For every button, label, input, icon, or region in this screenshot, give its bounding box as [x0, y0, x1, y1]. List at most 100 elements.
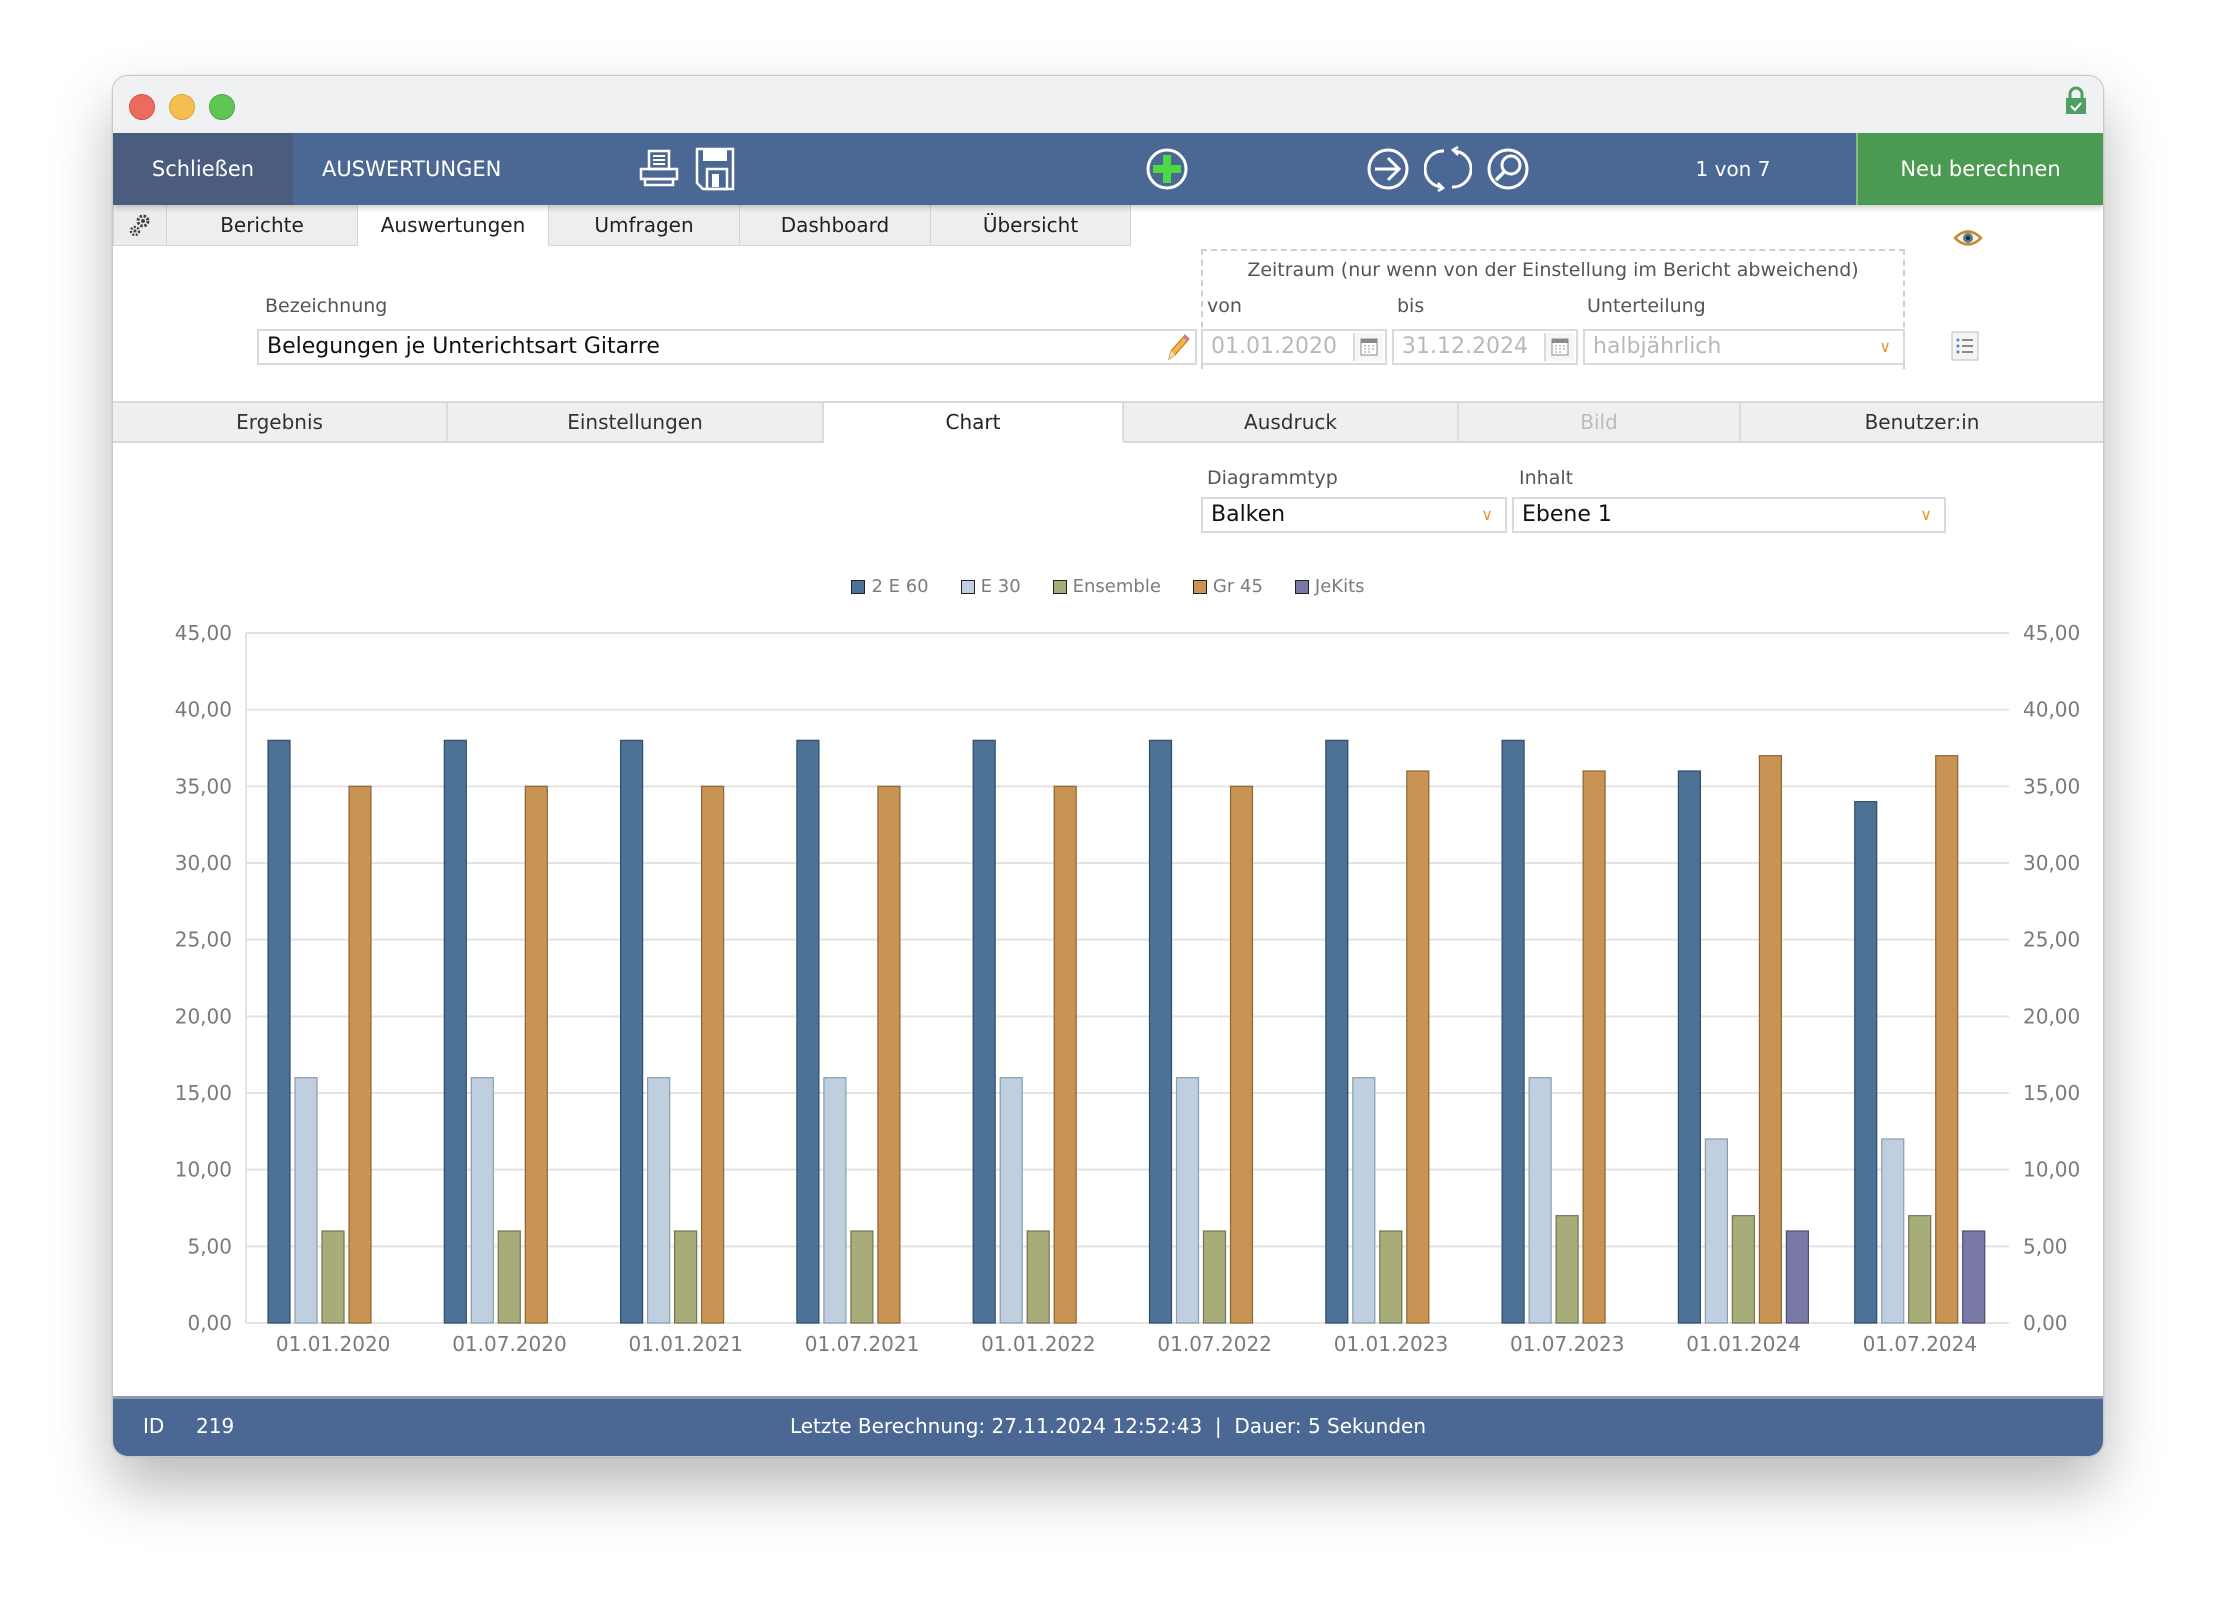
legend-label: Ensemble [1072, 576, 1161, 597]
gear-icon [129, 214, 150, 237]
x-tick-label: 01.07.2023 [1510, 1332, 1625, 1356]
x-tick-label: 01.07.2021 [805, 1332, 920, 1356]
y-tick-label-right: 5,00 [2023, 1234, 2068, 1258]
bar-2-e-60 [1325, 739, 1349, 1324]
lock-check-icon [2066, 86, 2086, 114]
close-window-button[interactable] [129, 94, 155, 120]
unterteilung-value: halbjährlich [1593, 334, 1722, 359]
diagrammtyp-select[interactable]: Balken ∨ [1201, 497, 1507, 533]
y-tick-label-right: 0,00 [2023, 1311, 2068, 1335]
chevron-down-icon: ∨ [1481, 505, 1493, 524]
tab-berichte[interactable]: Berichte [167, 205, 358, 246]
close-button[interactable]: Schließen [113, 133, 293, 205]
bar-e-30 [294, 1077, 318, 1324]
top-tab-bar: Berichte Auswertungen Umfragen Dashboard… [113, 205, 1131, 247]
calendar-button[interactable] [1544, 333, 1574, 361]
bar-2-e-60 [1677, 770, 1702, 1324]
calendar-icon [1360, 338, 1378, 356]
bezeichnung-input[interactable]: Belegungen je Unterichtsart Gitarre [257, 329, 1197, 365]
tab-ergebnis[interactable]: Ergebnis [113, 403, 448, 443]
unterteilung-select[interactable]: halbjährlich ∨ [1583, 329, 1905, 365]
search-icon[interactable] [1484, 145, 1532, 193]
eye-icon[interactable] [1953, 228, 1983, 248]
bar-gr-45 [1582, 770, 1606, 1324]
von-label: von [1207, 295, 1242, 317]
y-tick-label-right: 30,00 [2023, 851, 2080, 875]
chevron-down-icon: ∨ [1920, 505, 1932, 524]
minimize-window-button[interactable] [169, 94, 195, 120]
legend-swatch [1294, 579, 1309, 594]
forward-icon[interactable] [1364, 145, 1412, 193]
y-tick-label-right: 45,00 [2023, 621, 2080, 645]
module-title: AUSWERTUNGEN [322, 157, 502, 181]
bar-ensemble [1026, 1230, 1050, 1324]
add-icon[interactable] [1143, 145, 1191, 193]
zeitraum-label: Zeitraum (nur wenn von der Einstellung i… [1247, 259, 1859, 281]
bis-label: bis [1397, 295, 1425, 317]
title-bar [113, 76, 2103, 133]
tab-ausdruck[interactable]: Ausdruck [1124, 403, 1459, 443]
list-icon[interactable] [1951, 331, 1979, 361]
tab-einstellungen[interactable]: Einstellungen [448, 403, 824, 443]
tab-dashboard[interactable]: Dashboard [740, 205, 931, 246]
y-tick-label-right: 25,00 [2023, 928, 2080, 952]
tab-uebersicht[interactable]: Übersicht [931, 205, 1131, 246]
y-tick-label: 20,00 [175, 1004, 232, 1028]
inhalt-value: Ebene 1 [1522, 502, 1612, 527]
y-tick-label: 30,00 [175, 851, 232, 875]
settings-button[interactable] [113, 205, 167, 246]
bar-ensemble [1379, 1230, 1403, 1324]
zoom-window-button[interactable] [209, 94, 235, 120]
bar-e-30 [1881, 1138, 1905, 1324]
bar-2-e-60 [1854, 801, 1878, 1324]
bar-jekits [1962, 1230, 1986, 1324]
refresh-icon[interactable] [1424, 145, 1472, 193]
status-bar: ID 219 Letzte Berechnung: 27.11.2024 12:… [113, 1396, 2103, 1456]
inhalt-select[interactable]: Ebene 1 ∨ [1512, 497, 1946, 533]
bar-e-30 [823, 1077, 847, 1324]
y-tick-label-right: 15,00 [2023, 1081, 2080, 1105]
save-icon[interactable] [691, 145, 739, 193]
bar-2-e-60 [1501, 739, 1525, 1324]
bis-date-input[interactable]: 31.12.2024 [1392, 329, 1578, 365]
diagrammtyp-label: Diagrammtyp [1207, 467, 1338, 489]
legend-item[interactable]: Ensemble [1052, 576, 1161, 597]
legend-item[interactable]: E 30 [960, 576, 1021, 597]
sub-tab-bar: Ergebnis Einstellungen Chart Ausdruck Bi… [113, 401, 2103, 443]
x-tick-label: 01.07.2020 [452, 1332, 567, 1356]
bezeichnung-label: Bezeichnung [265, 295, 388, 317]
x-tick-label: 01.01.2022 [981, 1332, 1096, 1356]
legend-label: JeKits [1314, 576, 1365, 597]
legend-label: 2 E 60 [871, 576, 929, 597]
legend-swatch [851, 579, 866, 594]
printer-icon[interactable] [635, 145, 683, 193]
y-tick-label: 35,00 [175, 774, 232, 798]
von-date-input[interactable]: 01.01.2020 [1201, 329, 1387, 365]
y-tick-label: 25,00 [175, 928, 232, 952]
bar-ensemble [497, 1230, 521, 1324]
pencil-icon[interactable] [1165, 333, 1191, 361]
legend-swatch [1052, 579, 1067, 594]
legend-swatch [960, 579, 975, 594]
x-tick-label: 01.07.2022 [1157, 1332, 1272, 1356]
bar-gr-45 [1935, 755, 1959, 1324]
legend-item[interactable]: JeKits [1294, 576, 1365, 597]
bar-jekits [1785, 1230, 1810, 1324]
bar-e-30 [999, 1077, 1023, 1324]
y-tick-label-right: 35,00 [2023, 774, 2080, 798]
tab-umfragen[interactable]: Umfragen [549, 205, 740, 246]
legend-item[interactable]: 2 E 60 [851, 576, 929, 597]
tab-chart[interactable]: Chart [824, 403, 1124, 443]
tab-benutzer[interactable]: Benutzer:in [1741, 403, 2103, 443]
tab-auswertungen[interactable]: Auswertungen [358, 205, 549, 246]
calendar-button[interactable] [1353, 333, 1383, 361]
bar-2-e-60 [443, 739, 467, 1324]
y-tick-label-right: 40,00 [2023, 698, 2080, 722]
bar-ensemble [1731, 1215, 1756, 1324]
bar-gr-45 [1758, 755, 1783, 1324]
legend-item[interactable]: Gr 45 [1192, 576, 1263, 597]
bar-ensemble [1555, 1215, 1579, 1324]
calendar-icon [1551, 338, 1569, 356]
bar-ensemble [850, 1230, 874, 1324]
recalculate-button[interactable]: Neu berechnen [1856, 133, 2103, 205]
